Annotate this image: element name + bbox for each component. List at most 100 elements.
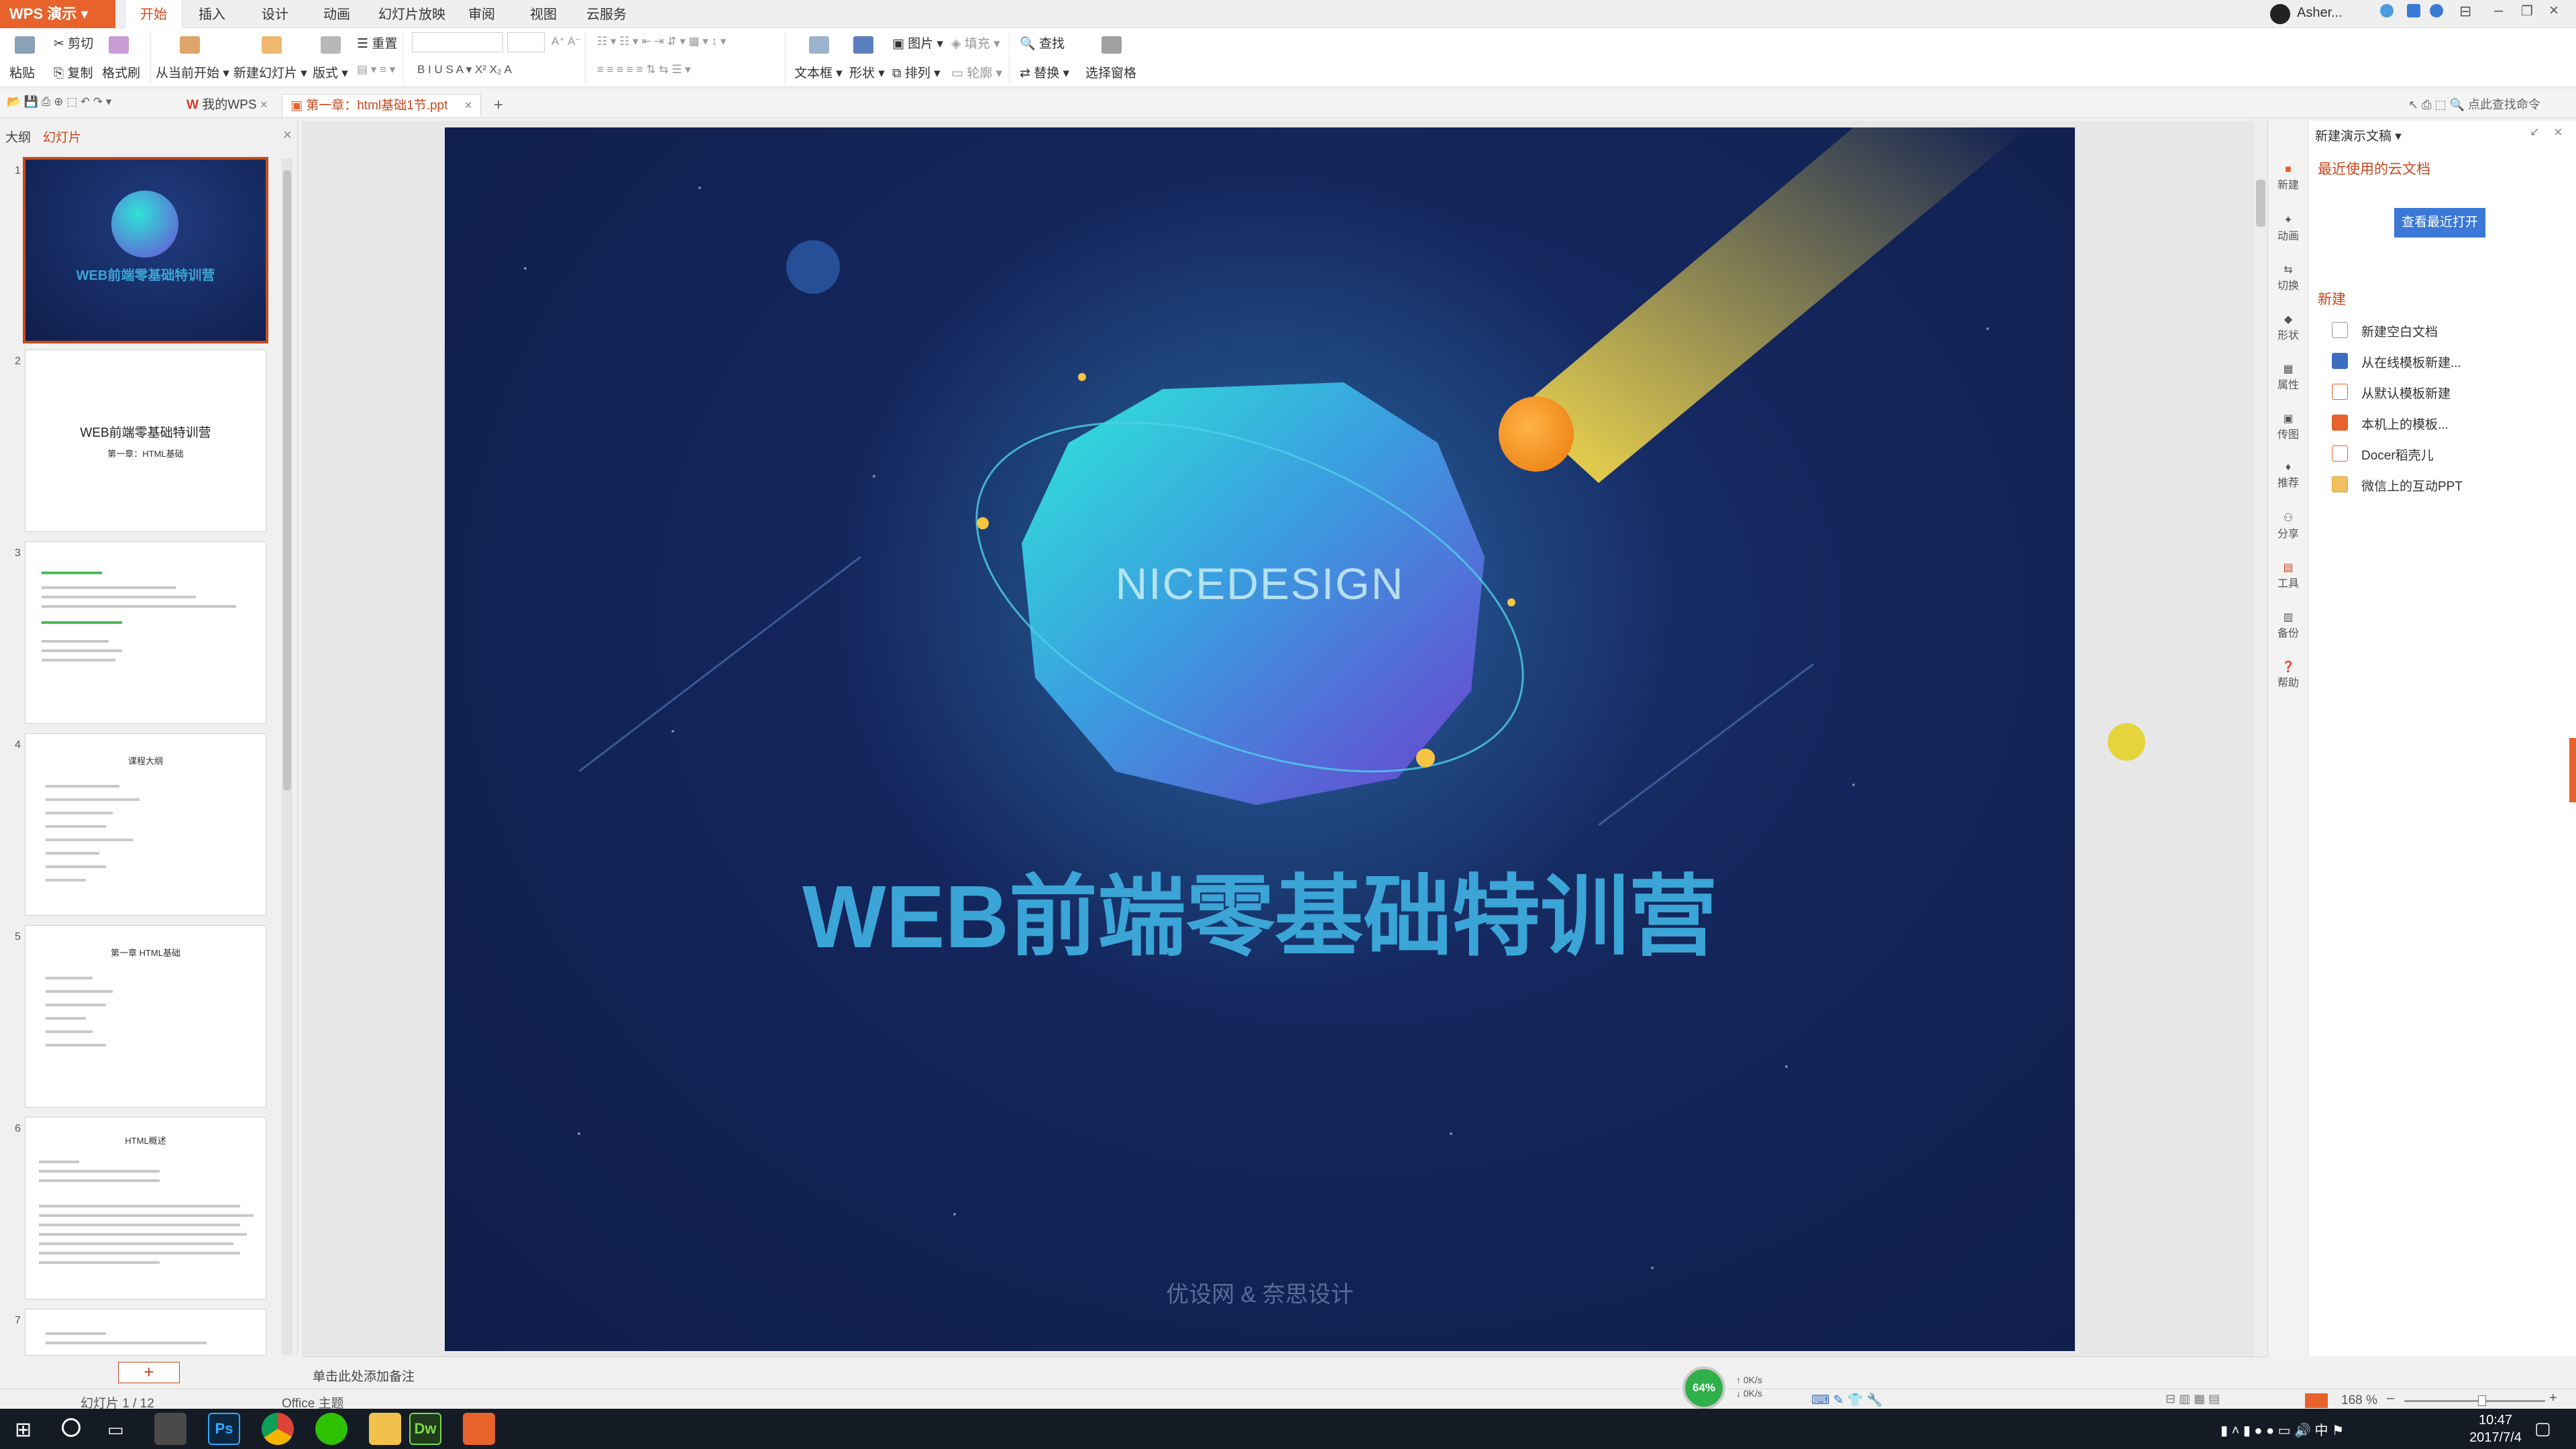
help-icon[interactable] — [2430, 4, 2443, 17]
add-slide-button[interactable]: + — [118, 1362, 180, 1383]
side-tools[interactable]: ▤ 工具 — [2268, 561, 2308, 590]
tab-outline[interactable]: 大纲 — [5, 127, 31, 146]
play-from-current-icon[interactable] — [180, 36, 200, 54]
slide-thumbnail-1[interactable]: WEB前端零基础特训营 — [25, 160, 266, 341]
menu-animation[interactable]: 动画 — [323, 0, 350, 28]
layout-icon[interactable] — [321, 36, 341, 54]
zoom-in-icon[interactable]: + — [2549, 1391, 2557, 1406]
zoom-slider[interactable] — [2404, 1395, 2545, 1406]
align-icons[interactable]: ≡ ≡ ≡ ≡ ≡ ⇅ ⇆ ☰ ▾ — [597, 63, 691, 76]
side-properties[interactable]: ▦ 属性 — [2268, 362, 2308, 392]
menu-design[interactable]: 设计 — [262, 0, 288, 28]
menu-cloud[interactable]: 云服务 — [586, 0, 627, 28]
task-view-icon[interactable]: ▭ — [107, 1419, 124, 1440]
font-family-select[interactable] — [412, 32, 503, 52]
tab-close-icon[interactable]: × — [465, 99, 472, 113]
chrome-icon[interactable] — [262, 1413, 294, 1445]
docer-item[interactable]: Docer稻壳儿 — [2361, 445, 2434, 464]
slide-1[interactable]: NICEDESIGN WEB前端零基础特训营 优设网 & 奈思设计 — [445, 127, 2075, 1351]
close-icon[interactable]: × — [2549, 1, 2559, 20]
pinwheel-app-icon[interactable] — [154, 1413, 186, 1445]
side-recommend[interactable]: ♦ 推荐 — [2268, 462, 2308, 490]
side-backup[interactable]: ▥ 备份 — [2268, 610, 2308, 640]
zoom-out-icon[interactable]: – — [2387, 1391, 2394, 1406]
ime-toolbar[interactable]: ⌨ ✎ 👕 🔧 — [1811, 1392, 1883, 1408]
new-slide-button[interactable]: 新建幻灯片 ▾ — [233, 63, 307, 81]
wechat-ppt-item[interactable]: 微信上的互动PPT — [2361, 476, 2463, 494]
windows-start-icon[interactable]: ⊞ — [15, 1418, 32, 1442]
tab-document[interactable]: ▣ 第一章：html基础1节.ppt × — [282, 94, 481, 117]
side-share[interactable]: ⚇ 分享 — [2268, 511, 2308, 541]
menu-slideshow[interactable]: 幻灯片放映 — [378, 0, 445, 28]
slide-thumbnail-3[interactable] — [25, 542, 266, 723]
cut-button[interactable]: ✂ 剪切 — [54, 34, 93, 52]
minimize-icon[interactable]: – — [2494, 1, 2503, 20]
selection-pane-button[interactable]: 选择窗格 — [1085, 63, 1136, 81]
side-new[interactable]: ■ 新建 — [2268, 164, 2308, 192]
cortana-icon[interactable] — [62, 1418, 80, 1437]
wps-presentation-taskbar-icon[interactable] — [463, 1413, 495, 1445]
canvas-scrollbar-thumb[interactable] — [2256, 180, 2265, 227]
shape-icon[interactable] — [853, 36, 873, 54]
share-icon[interactable] — [2407, 4, 2420, 17]
avatar[interactable] — [2270, 4, 2290, 24]
task-pane-close-icon[interactable]: × — [2554, 123, 2563, 141]
quick-access-icons[interactable]: 📂 💾 ⎙ ⊕ ⬚ ↶ ↷ ▾ — [7, 95, 111, 109]
view-recent-button[interactable]: 查看最近打开 — [2394, 208, 2485, 237]
reset-button[interactable]: ☰ 重置 — [357, 34, 397, 52]
list-icons[interactable]: ☷ ▾ ☷ ▾ ⇤ ⇥ ⇵ ▾ ▦ ▾ ↕ ▾ — [597, 35, 726, 48]
clock-time[interactable]: 10:47 — [2455, 1413, 2536, 1428]
new-tab-button[interactable]: + — [486, 94, 511, 117]
layout-button[interactable]: 版式 ▾ — [313, 63, 348, 81]
menu-review[interactable]: 审阅 — [468, 0, 495, 28]
dreamweaver-icon[interactable]: Dw — [409, 1413, 441, 1445]
slide-thumbnail-5[interactable]: 第一章 HTML基础 — [25, 926, 266, 1107]
replace-button[interactable]: ⇄ 替换 ▾ — [1020, 63, 1069, 81]
outline-button[interactable]: ▭ 轮廓 ▾ — [951, 63, 1002, 81]
search-command[interactable]: ↖ ⎙ ⬚ 🔍 点此查找命令 — [2408, 95, 2540, 113]
zoom-slider-thumb[interactable] — [2478, 1395, 2486, 1406]
wechat-icon[interactable] — [315, 1413, 347, 1445]
slide-thumbnail-6[interactable]: HTML概述 — [25, 1118, 266, 1299]
from-current-button[interactable]: 从当前开始 ▾ — [156, 63, 229, 81]
format-painter-button[interactable]: 格式刷 — [102, 63, 140, 81]
tray-icons[interactable]: ▮ ˄ ▮ ● ● ▭ 🔊 中 ⚑ — [2220, 1419, 2344, 1439]
shape-button[interactable]: 形状 ▾ — [849, 63, 885, 81]
menu-home[interactable]: 开始 — [125, 0, 182, 29]
picture-button[interactable]: ▣ 图片 ▾ — [892, 34, 943, 52]
menu-view[interactable]: 视图 — [530, 0, 557, 28]
slide-thumbnail-4[interactable]: 课程大纲 — [25, 734, 266, 915]
section-icon[interactable]: ▤ ▾ ≡ ▾ — [357, 63, 395, 76]
tab-mywps[interactable]: W 我的WPS × — [178, 94, 276, 117]
side-animation[interactable]: ✦ 动画 — [2268, 213, 2308, 243]
copy-button[interactable]: ⎘ 复制 — [54, 63, 93, 81]
paste-icon[interactable] — [15, 36, 35, 54]
task-pane-header[interactable]: 新建演示文稿 ▾ — [2315, 126, 2402, 144]
new-local-template-item[interactable]: 本机上的模板... — [2361, 415, 2449, 433]
new-blank-item[interactable]: 新建空白文档 — [2361, 322, 2438, 340]
app-menu-button[interactable]: WPS 演示 ▾ — [0, 0, 115, 28]
slide-title[interactable]: WEB前端零基础特训营 — [445, 845, 2075, 973]
maximize-icon[interactable]: ❐ — [2521, 3, 2533, 19]
canvas-scrollbar[interactable] — [2254, 121, 2267, 1356]
side-shape[interactable]: ◆ 形状 — [2268, 313, 2308, 342]
textbox-icon[interactable] — [809, 36, 829, 54]
font-style-icons[interactable]: B I U S A ▾ X² X₂ A — [417, 63, 512, 76]
selection-pane-icon[interactable] — [1102, 36, 1122, 54]
slideshow-play-icon[interactable] — [2305, 1393, 2328, 1408]
notification-icon[interactable]: ▢ — [2534, 1418, 2551, 1439]
thumb-scrollbar[interactable] — [282, 158, 292, 1355]
side-upload-image[interactable]: ▣ 传图 — [2268, 412, 2308, 441]
textbox-button[interactable]: 文本框 ▾ — [794, 63, 843, 81]
zoom-level[interactable]: 168 % — [2341, 1393, 2377, 1408]
tab-close-icon[interactable]: × — [260, 98, 268, 112]
new-online-template-item[interactable]: 从在线模板新建... — [2361, 353, 2461, 371]
file-explorer-icon[interactable] — [369, 1413, 401, 1445]
new-slide-icon[interactable] — [262, 36, 282, 54]
fill-button[interactable]: ◈ 填充 ▾ — [951, 34, 1000, 52]
paste-button[interactable]: 粘贴 — [9, 63, 35, 81]
scrollbar-thumb[interactable] — [283, 170, 291, 790]
font-grow-icon[interactable]: A⁺ A⁻ — [551, 35, 581, 48]
arrange-button[interactable]: ⧉ 排列 ▾ — [892, 63, 941, 81]
font-size-select[interactable] — [507, 32, 545, 52]
